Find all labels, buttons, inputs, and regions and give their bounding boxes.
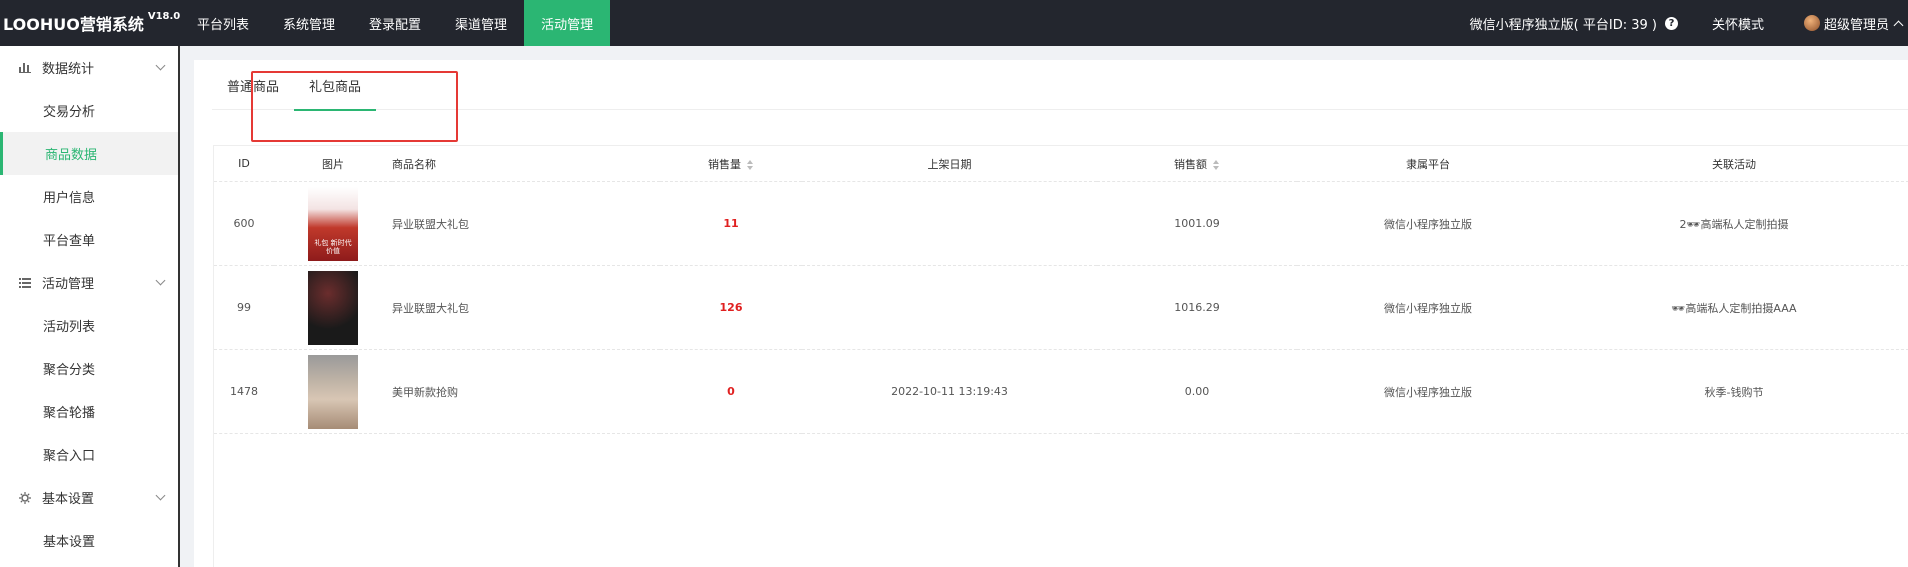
sidebar-group-label: 基本设置 [42, 492, 95, 507]
cell-activity: 2🕶高端私人定制拍摄 [1559, 181, 1908, 266]
topnav-login-config[interactable]: 登录配置 [352, 0, 438, 46]
cell-activity: 秋季-钱购节 [1559, 349, 1908, 434]
chevron-down-icon [155, 490, 166, 501]
avatar [1803, 15, 1820, 31]
cell-id: 99 [214, 265, 274, 350]
sidebar-item-aggregate-carousel[interactable]: 聚合轮播 [0, 390, 178, 433]
version-badge: V18.0 [147, 10, 181, 22]
cell-id: 1478 [214, 349, 274, 434]
top-nav: 平台列表 系统管理 登录配置 渠道管理 活动管理 [180, 0, 611, 46]
brand-name: LOOHUO营销系统 [3, 15, 144, 34]
col-header-id: ID [214, 145, 274, 182]
cell-date [802, 181, 1097, 266]
platform-info-text: 微信小程序独立版( 平台ID: 39 ) [1469, 17, 1657, 33]
sidebar-group-activity-management[interactable]: 活动管理 [0, 261, 178, 304]
cell-amount: 1001.09 [1097, 181, 1297, 266]
table-row: 600 礼包 新时代 价值 异业联盟大礼包 11 1001.09 微信小程序独立… [214, 181, 1908, 266]
main-content: 普通商品 礼包商品 ID 图片 商品名称 销售量 上架日期 销售额 隶属平台 关… [194, 60, 1908, 567]
table-row: 1478 美甲新款抢购 0 2022-10-11 13:19:43 0.00 微… [214, 349, 1908, 434]
product-thumbnail[interactable] [308, 354, 358, 429]
platform-info: 微信小程序独立版( 平台ID: 39 ) ? [1454, 0, 1694, 46]
settings-icon [18, 491, 32, 504]
cell-sales: 11 [660, 181, 802, 266]
brand-logo[interactable]: LOOHUO营销系统 V18.0 [0, 0, 180, 46]
sidebar-item-user-info[interactable]: 用户信息 [0, 175, 178, 218]
topnav-channel-management[interactable]: 渠道管理 [438, 0, 524, 46]
product-thumbnail[interactable] [308, 270, 358, 345]
product-thumbnail[interactable]: 礼包 新时代 价值 [308, 186, 358, 261]
thumbnail-caption: 礼包 新时代 价值 [314, 238, 352, 255]
col-header-image: 图片 [274, 145, 392, 182]
sidebar-item-aggregate-category[interactable]: 聚合分类 [0, 347, 178, 390]
cell-platform: 微信小程序独立版 [1297, 349, 1559, 434]
tab-gift-products[interactable]: 礼包商品 [294, 60, 377, 111]
col-header-amount-label: 销售额 [1174, 157, 1207, 171]
product-table: ID 图片 商品名称 销售量 上架日期 销售额 隶属平台 关联活动 600 礼包… [214, 145, 1908, 434]
cell-image [274, 349, 392, 434]
sort-icon[interactable] [1213, 159, 1220, 170]
sidebar-group-label: 数据统计 [42, 62, 95, 77]
col-header-name: 商品名称 [392, 145, 660, 182]
admin-name: 超级管理员 [1823, 17, 1889, 33]
admin-menu[interactable]: 超级管理员 [1782, 0, 1908, 46]
col-header-activity: 关联活动 [1559, 145, 1908, 182]
top-navbar: LOOHUO营销系统 V18.0 平台列表 系统管理 登录配置 渠道管理 活动管… [0, 0, 1908, 46]
cell-name: 美甲新款抢购 [392, 349, 660, 434]
cell-name: 异业联盟大礼包 [392, 181, 660, 266]
cell-activity: 🕶高端私人定制拍摄AAA [1559, 265, 1908, 350]
sidebar-item-product-data[interactable]: 商品数据 [0, 132, 178, 175]
cell-name: 异业联盟大礼包 [392, 265, 660, 350]
topnav-activity-management[interactable]: 活动管理 [524, 0, 611, 46]
sort-icon[interactable] [747, 159, 754, 170]
topnav-platform-list[interactable]: 平台列表 [180, 0, 266, 46]
help-icon[interactable]: ? [1664, 16, 1678, 30]
col-header-sales-label: 销售量 [708, 157, 741, 171]
cell-amount: 0.00 [1097, 349, 1297, 434]
col-header-sales[interactable]: 销售量 [660, 145, 802, 182]
table-row: 99 异业联盟大礼包 126 1016.29 微信小程序独立版 🕶高端私人定制拍… [214, 265, 1908, 350]
chevron-down-icon [155, 275, 166, 286]
cell-date: 2022-10-11 13:19:43 [802, 349, 1097, 434]
bar-chart-icon [18, 62, 32, 74]
cell-platform: 微信小程序独立版 [1297, 265, 1559, 350]
list-icon [18, 277, 32, 289]
cell-amount: 1016.29 [1097, 265, 1297, 350]
cell-sales: 126 [660, 265, 802, 350]
top-right-area: 微信小程序独立版( 平台ID: 39 ) ? 关怀模式 超级管理员 [1454, 0, 1908, 46]
chevron-up-icon [1893, 20, 1904, 30]
sidebar-item-basic-settings[interactable]: 基本设置 [0, 519, 178, 562]
cell-id: 600 [214, 181, 274, 266]
sidebar-group-data-stats[interactable]: 数据统计 [0, 46, 178, 89]
chevron-down-icon [155, 60, 166, 71]
care-mode-button[interactable]: 关怀模式 [1694, 0, 1782, 46]
sidebar-item-activity-list[interactable]: 活动列表 [0, 304, 178, 347]
sidebar-item-platform-order-lookup[interactable]: 平台查单 [0, 218, 178, 261]
cell-date [802, 265, 1097, 350]
sidebar-item-aggregate-entry[interactable]: 聚合入口 [0, 433, 178, 476]
tab-normal-products[interactable]: 普通商品 [212, 60, 294, 110]
cell-image: 礼包 新时代 价值 [274, 181, 392, 266]
topnav-system-management[interactable]: 系统管理 [266, 0, 352, 46]
col-header-date: 上架日期 [802, 145, 1097, 182]
table-header-row: ID 图片 商品名称 销售量 上架日期 销售额 隶属平台 关联活动 [214, 145, 1908, 182]
sidebar-group-label: 活动管理 [42, 277, 95, 292]
sidebar-group-basic-settings[interactable]: 基本设置 [0, 476, 178, 519]
sidebar: 数据统计 交易分析 商品数据 用户信息 平台查单 活动管理 活动列表 聚合分类 … [0, 46, 180, 567]
cell-platform: 微信小程序独立版 [1297, 181, 1559, 266]
col-header-platform: 隶属平台 [1297, 145, 1559, 182]
sidebar-item-trade-analysis[interactable]: 交易分析 [0, 89, 178, 132]
cell-image [274, 265, 392, 350]
col-header-amount[interactable]: 销售额 [1097, 145, 1297, 182]
product-table-wrapper: ID 图片 商品名称 销售量 上架日期 销售额 隶属平台 关联活动 600 礼包… [213, 145, 1908, 567]
product-type-tabs: 普通商品 礼包商品 [212, 60, 1908, 111]
cell-sales: 0 [660, 349, 802, 434]
